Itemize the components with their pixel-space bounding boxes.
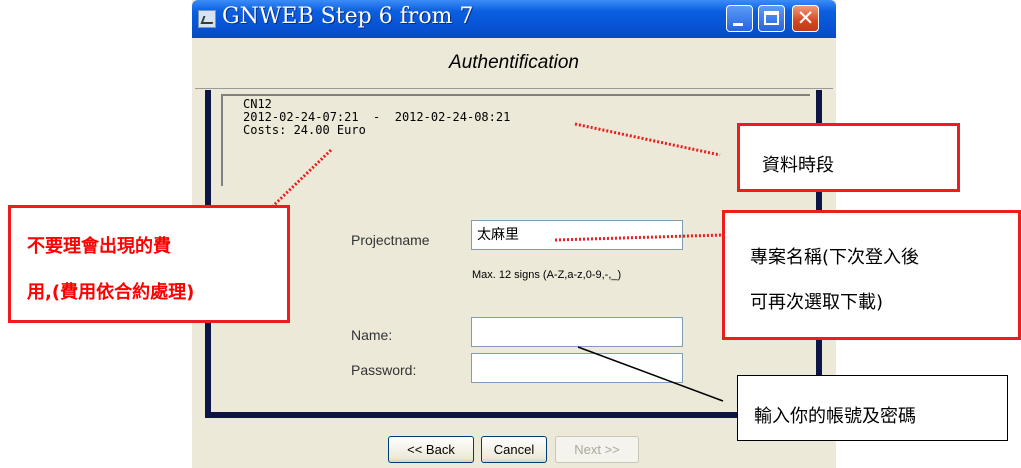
close-button[interactable]: ✕: [792, 5, 819, 32]
costs-text: Costs: 24.00 Euro: [243, 123, 366, 137]
projectname-input[interactable]: 太麻里: [471, 220, 683, 250]
app-icon: [198, 10, 216, 28]
project-note-line1: 專案名稱(下次登入後: [750, 247, 920, 268]
maximize-button[interactable]: [758, 5, 785, 32]
close-icon: ✕: [796, 6, 815, 30]
project-note-line2: 可再次選取下載): [750, 292, 884, 313]
password-label: Password:: [351, 362, 417, 378]
name-label: Name:: [351, 327, 393, 343]
maximize-icon: [764, 11, 779, 25]
cost-note-line1: 不要理會出現的費: [27, 236, 171, 257]
projectname-hint: Max. 12 signs (A-Z,a-z,0-9,-,_): [472, 269, 622, 281]
account-note-text: 輸入你的帳號及密碼: [754, 406, 916, 427]
minimize-icon: [733, 23, 743, 26]
period-note-text: 資料時段: [762, 155, 834, 176]
projectname-label: Projectname: [351, 232, 430, 248]
cost-note-line2: 用,(費用依合約處理): [27, 282, 195, 303]
period-note-callout: 資料時段: [737, 123, 960, 192]
account-note-callout: 輸入你的帳號及密碼: [737, 375, 1008, 441]
step-header: Authentification: [195, 38, 833, 89]
project-note-callout: 專案名稱(下次登入後 可再次選取下載): [722, 210, 1021, 340]
next-button[interactable]: Next >>: [555, 436, 639, 463]
order-info-box: CN12 2012-02-24-07:21 - 2012-02-24-08:21…: [221, 94, 810, 186]
cost-note-callout: 不要理會出現的費 用,(費用依合約處理): [8, 205, 290, 323]
password-input[interactable]: [471, 353, 683, 383]
minimize-button[interactable]: [726, 5, 753, 32]
page-title: Authentification: [449, 52, 579, 73]
name-input[interactable]: [471, 317, 683, 347]
window-title: GNWEB Step 6 from 7: [222, 4, 474, 29]
cancel-button[interactable]: Cancel: [481, 436, 547, 463]
back-button[interactable]: << Back: [388, 436, 474, 463]
title-bar[interactable]: GNWEB Step 6 from 7 ✕: [192, 0, 836, 38]
